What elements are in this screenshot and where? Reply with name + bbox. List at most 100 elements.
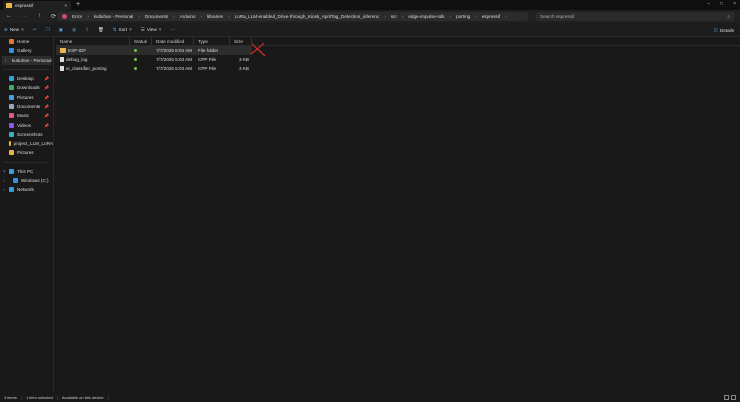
chevron-right-icon[interactable]: › (138, 14, 140, 19)
back-button[interactable]: ← (6, 13, 12, 20)
column-status[interactable]: Status (130, 37, 152, 45)
pin-icon[interactable]: 📌 (44, 104, 49, 109)
file-type: CPP File (198, 66, 217, 71)
address-row: ← → ↑ ⟳ Error › kutluhan - Personal › Docume… (0, 10, 740, 23)
chevron-right-icon[interactable]: › (384, 14, 386, 19)
new-button[interactable]: ⊕ New ˅ (4, 27, 24, 33)
sidebar-item[interactable]: › Network (0, 185, 53, 194)
sort-label: Sort (118, 27, 128, 32)
copy-icon[interactable]: ❐ (46, 27, 50, 33)
chevron-right-icon[interactable]: › (505, 14, 507, 19)
chevron-right-icon[interactable]: › (450, 14, 452, 19)
error-icon (62, 14, 67, 19)
close-tab-button[interactable]: × (64, 3, 67, 8)
cut-icon[interactable]: ✂ (33, 27, 37, 33)
chevron-right-icon[interactable]: › (87, 14, 89, 19)
breadcrumb-item[interactable]: porting (456, 14, 470, 19)
file-row[interactable]: debug_log 7/7/2025 5:03 AM CPP File 3 KB (56, 55, 740, 64)
sidebar-item[interactable]: Pictures (0, 148, 53, 157)
search-input[interactable]: Search espressif ⌕ (536, 12, 734, 21)
chevron-right-icon[interactable]: › (475, 14, 477, 19)
sort-button[interactable]: ⇅ Sort ˅ (113, 27, 132, 33)
breadcrumb-item[interactable]: kutluhan - Personal (94, 14, 134, 19)
pin-icon[interactable]: 📌 (44, 76, 49, 81)
file-row[interactable]: ei_classifier_porting 7/7/2025 5:03 AM C… (56, 64, 740, 73)
sidebar-item[interactable]: Home (0, 37, 53, 46)
details-view-toggle[interactable] (724, 395, 729, 400)
sidebar-item[interactable]: › kutluhan - Personal (2, 55, 52, 65)
view-icon: ☰ (140, 26, 145, 32)
new-label: New (9, 27, 20, 32)
delete-icon[interactable]: 🗑 (98, 27, 104, 33)
sidebar-item-label: Gallery (17, 48, 32, 54)
sidebar-item-label: Network (17, 187, 34, 193)
sidebar-item-label: kutluhan - Personal (12, 57, 52, 63)
pin-icon[interactable]: 📌 (44, 95, 49, 100)
pin-icon[interactable]: 📌 (44, 123, 49, 128)
column-name[interactable]: Name (56, 37, 130, 45)
view-button[interactable]: ☰ View ˅ (141, 27, 162, 33)
expand-chevron-icon[interactable]: › (3, 187, 5, 192)
breadcrumb-item[interactable]: Arduino (180, 14, 196, 19)
sidebar-item[interactable]: Videos 📌 (0, 120, 53, 129)
file-size: 3 KB (239, 66, 249, 71)
folder-icon (9, 85, 14, 91)
sidebar-item[interactable]: Screenshots (0, 130, 53, 139)
breadcrumb-item[interactable]: Documents (145, 14, 168, 19)
breadcrumb-item[interactable]: libraries (207, 14, 223, 19)
folder-icon (9, 168, 14, 174)
new-tab-button[interactable]: + (76, 1, 80, 8)
column-date-modified[interactable]: Date modified (152, 37, 194, 45)
up-button[interactable]: ↑ (38, 13, 41, 20)
chevron-right-icon[interactable]: › (200, 14, 202, 19)
tiles-view-toggle[interactable] (731, 395, 736, 400)
sidebar-item[interactable]: Documents 📌 (0, 102, 53, 111)
breadcrumb-item[interactable]: edge-impulse-sdk (408, 14, 444, 19)
file-type: CPP File (198, 57, 217, 62)
sidebar-item[interactable]: Music 📌 (0, 111, 53, 120)
rename-icon[interactable]: ◍ (72, 27, 76, 33)
breadcrumb-item[interactable]: Error (72, 14, 82, 19)
sidebar-item[interactable]: Desktop 📌 (0, 74, 53, 83)
tab-title: esprassif (15, 3, 34, 8)
expand-chevron-icon[interactable]: ˅ (3, 169, 6, 174)
maximize-button[interactable]: □ (720, 1, 723, 7)
refresh-button[interactable]: ⟳ (51, 13, 56, 20)
sidebar-item[interactable]: ˅ This PC (0, 167, 53, 176)
selected-count: 1 item selected (25, 395, 53, 400)
paste-icon[interactable]: ▣ (59, 27, 63, 33)
file-name: debug_log (66, 57, 88, 62)
file-date: 7/7/2025 5:03 AM (156, 57, 193, 62)
close-window-button[interactable]: × (733, 1, 736, 7)
expand-chevron-icon[interactable]: › (5, 58, 7, 63)
more-button[interactable]: ··· (170, 27, 175, 32)
details-button[interactable]: ◫ Details (714, 27, 734, 33)
forward-button[interactable]: → (22, 13, 28, 20)
share-icon[interactable]: ⇪ (85, 27, 89, 33)
expand-chevron-icon[interactable]: › (3, 178, 5, 183)
breadcrumb-item[interactable]: espressif (482, 14, 500, 19)
file-size: 3 KB (239, 57, 249, 62)
sidebar-item[interactable]: Pictures 📌 (0, 92, 53, 101)
column-type[interactable]: Type (194, 37, 230, 45)
minimize-button[interactable]: – (707, 1, 710, 7)
breadcrumb-item[interactable]: src (391, 14, 397, 19)
folder-icon (13, 178, 18, 183)
breadcrumb-item[interactable]: LoRa_LLM-enabled_Drive-through_Kiosk_Apr… (235, 14, 380, 19)
column-size[interactable]: Size (230, 37, 252, 45)
pin-icon[interactable]: 📌 (44, 113, 49, 118)
pin-icon[interactable]: 📌 (44, 85, 49, 90)
tab-espressif[interactable]: esprassif × (3, 1, 71, 10)
chevron-right-icon[interactable]: › (402, 14, 404, 19)
chevron-right-icon[interactable]: › (228, 14, 230, 19)
sidebar-item[interactable]: project_LLM_LoRA (0, 139, 53, 148)
sidebar-item[interactable]: Gallery (0, 46, 53, 55)
sidebar-item[interactable]: Downloads 📌 (0, 83, 53, 92)
address-bar[interactable]: Error › kutluhan - Personal › Documents › Ardu… (58, 12, 528, 21)
sidebar-item-label: Screenshots (17, 131, 43, 137)
sidebar-item[interactable]: › Windows (C:) (0, 176, 53, 185)
chevron-right-icon[interactable]: › (173, 14, 175, 19)
cpp-file-icon (60, 57, 64, 62)
navigation-pane: Home Gallery › kutluhan - Personal Desktop 📌 D… (0, 37, 54, 392)
file-row[interactable]: ESP-IDF 7/7/2025 5:04 AM File folder (56, 46, 252, 55)
